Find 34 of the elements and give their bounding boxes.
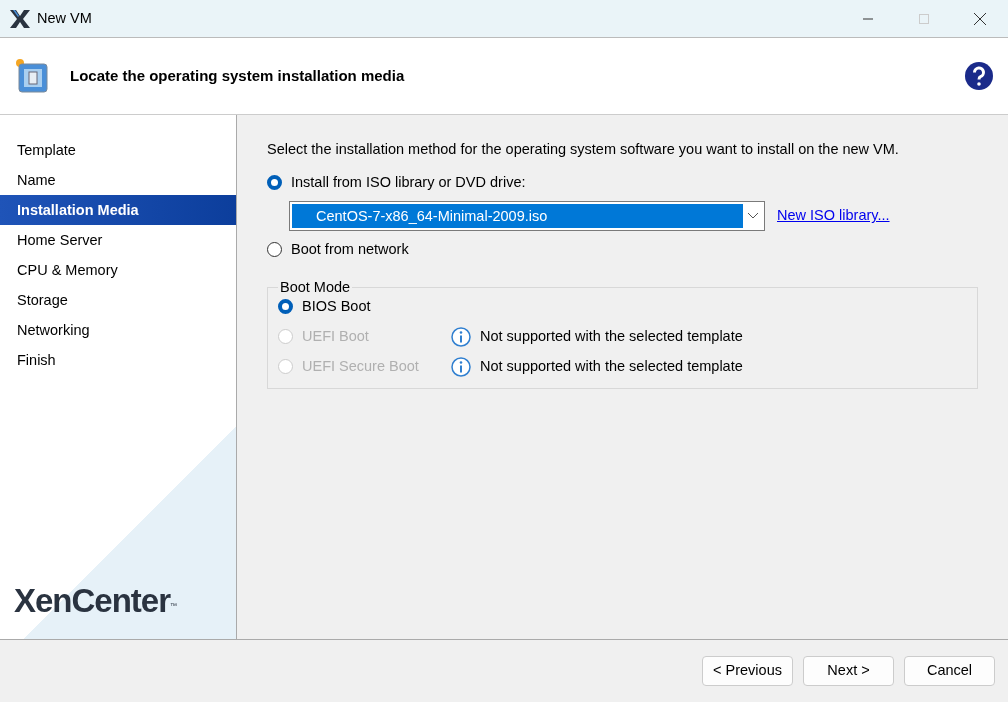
option-label[interactable]: Boot from network: [291, 238, 409, 261]
option-label: UEFI Boot: [302, 326, 370, 346]
wizard-step[interactable]: Finish: [0, 345, 236, 375]
note-text: Not supported with the selected template: [480, 356, 743, 376]
info-icon: [451, 356, 471, 377]
wizard-step[interactable]: Home Server: [0, 225, 236, 255]
info-icon: [451, 326, 471, 347]
instruction-text: Select the installation method for the operating system software you want to install on the new VM.: [267, 140, 900, 159]
app-logo-icon: [10, 9, 30, 28]
radio-button[interactable]: [267, 242, 282, 258]
radio-button[interactable]: [278, 299, 293, 315]
radio-button[interactable]: [267, 175, 282, 191]
wizard-button[interactable]: Cancel: [904, 656, 995, 686]
wizard-step[interactable]: Template: [0, 135, 236, 165]
wizard-button[interactable]: Next >: [803, 656, 894, 686]
wizard-step[interactable]: Name: [0, 165, 236, 195]
close-icon: [974, 12, 986, 25]
wizard-step[interactable]: Networking: [0, 315, 236, 345]
wizard-step[interactable]: Installation Media: [0, 195, 236, 225]
option-label[interactable]: Install from ISO library or DVD drive:: [291, 171, 526, 194]
page-heading: Locate the operating system installation media: [70, 65, 405, 86]
chevron-down-icon: [746, 212, 759, 221]
iso-dropdown[interactable]: CentOS-7-x86_64-Minimal-2009.iso: [289, 201, 765, 232]
wizard-step[interactable]: CPU & Memory: [0, 255, 236, 285]
window-title: New VM: [37, 8, 92, 28]
new-iso-library-link[interactable]: New ISO library...: [777, 205, 890, 228]
xencenter-logo: XenCenter$^{™}$: [13, 580, 179, 621]
wizard-step[interactable]: Storage: [0, 285, 236, 315]
option-label: UEFI Secure Boot: [302, 356, 420, 376]
vm-monitor-icon: [14, 57, 50, 95]
wizard-button[interactable]: < Previous: [702, 656, 793, 686]
maximize-icon: [919, 13, 929, 24]
help-icon[interactable]: [964, 61, 994, 91]
note-text: Not supported with the selected template: [480, 326, 743, 346]
